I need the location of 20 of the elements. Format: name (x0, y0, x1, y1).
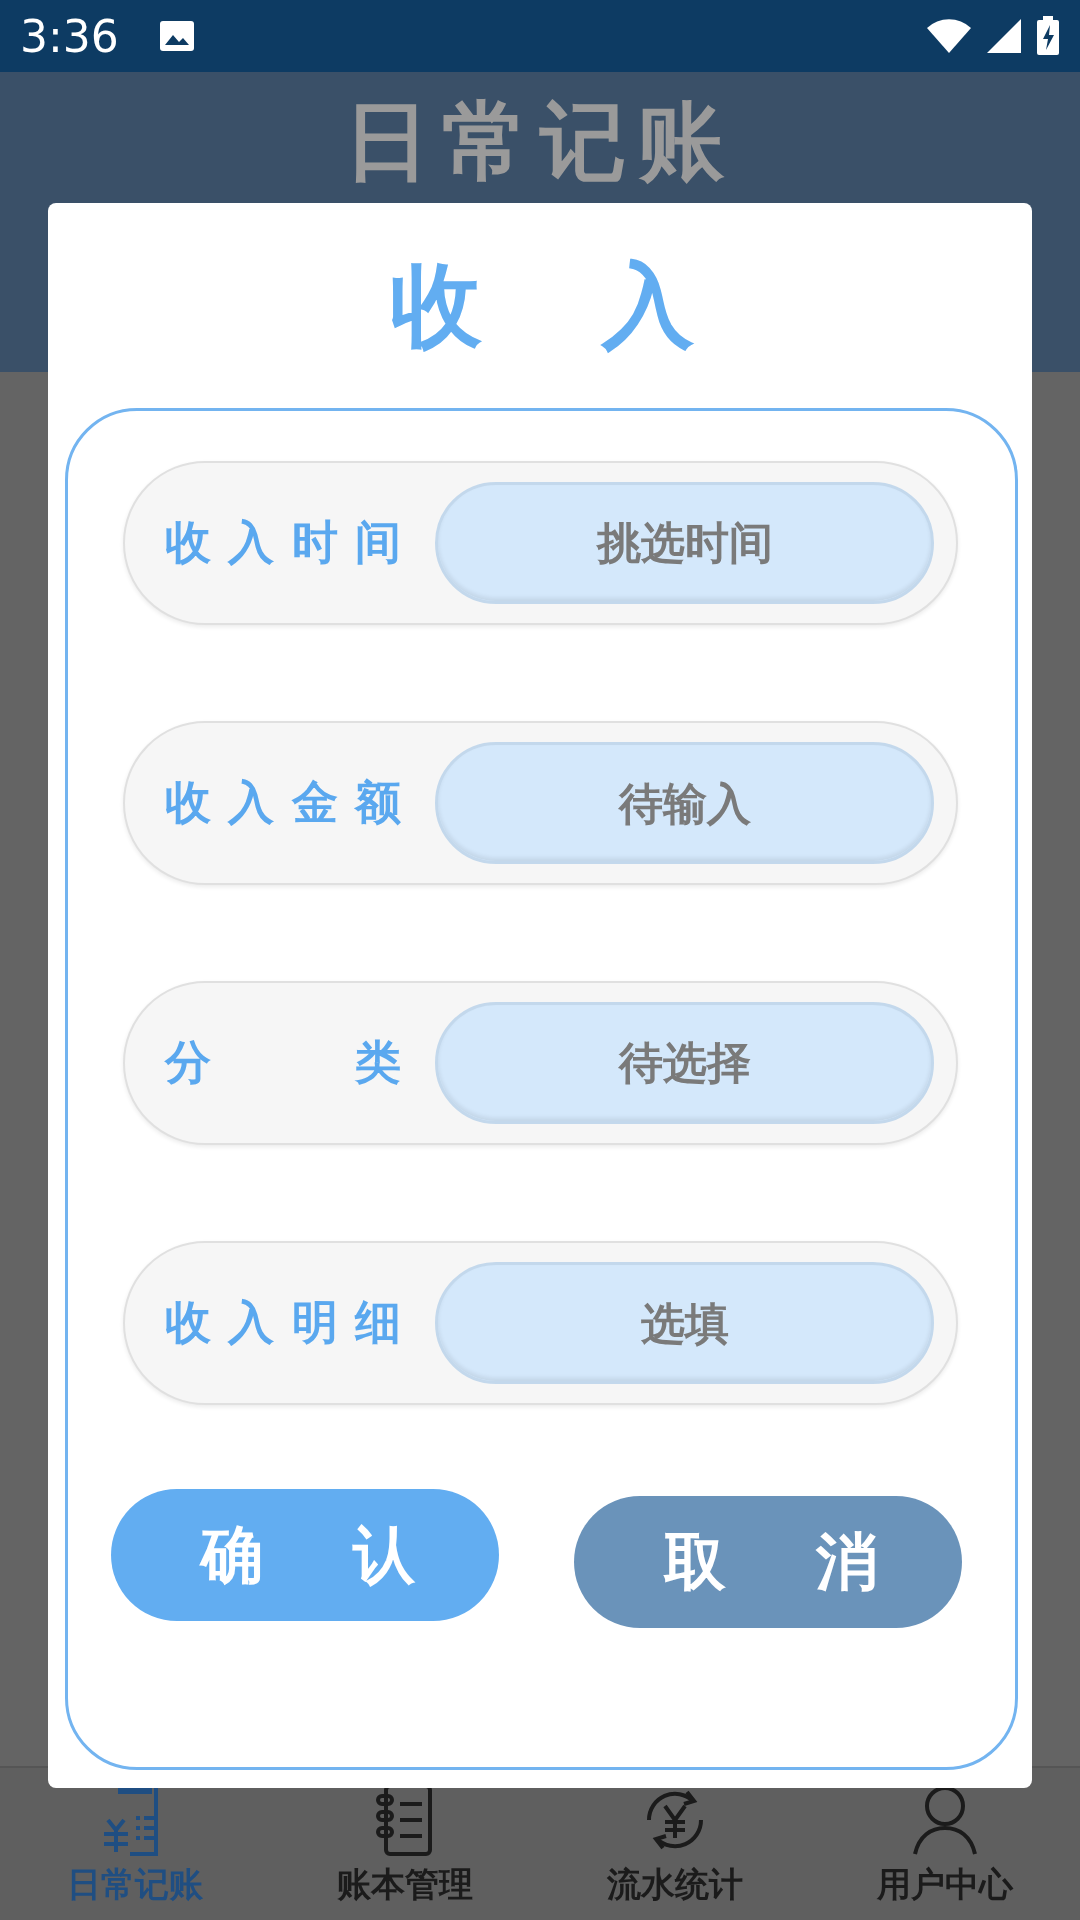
battery-icon (1036, 16, 1060, 56)
field-label: 收入明细 (165, 1294, 401, 1351)
image-icon (158, 20, 195, 52)
cancel-button[interactable]: 取消 (574, 1496, 962, 1628)
nav-tab[interactable]: 用户中心 (810, 1768, 1080, 1920)
page-title: 日常记账 (344, 89, 736, 193)
status-time: 3:36 (20, 10, 119, 62)
field-label: 收入时间 (165, 514, 401, 571)
picker-field[interactable]: 挑选时间 (435, 482, 934, 604)
dialog-title: 收入 (388, 250, 814, 361)
field-label: 分类 (165, 1034, 401, 1091)
signal-icon (986, 18, 1022, 54)
field-label: 收入金额 (165, 774, 401, 831)
picker-field[interactable]: 待选择 (435, 1002, 934, 1124)
confirm-button[interactable]: 确认 (111, 1489, 499, 1621)
nav-tab[interactable]: 账本管理 (270, 1768, 540, 1920)
nav-tab[interactable]: 流水统计 (540, 1768, 810, 1920)
wifi-icon (926, 18, 972, 54)
input-field[interactable]: 待输入 (435, 742, 934, 864)
input-field[interactable]: 选填 (435, 1262, 934, 1384)
